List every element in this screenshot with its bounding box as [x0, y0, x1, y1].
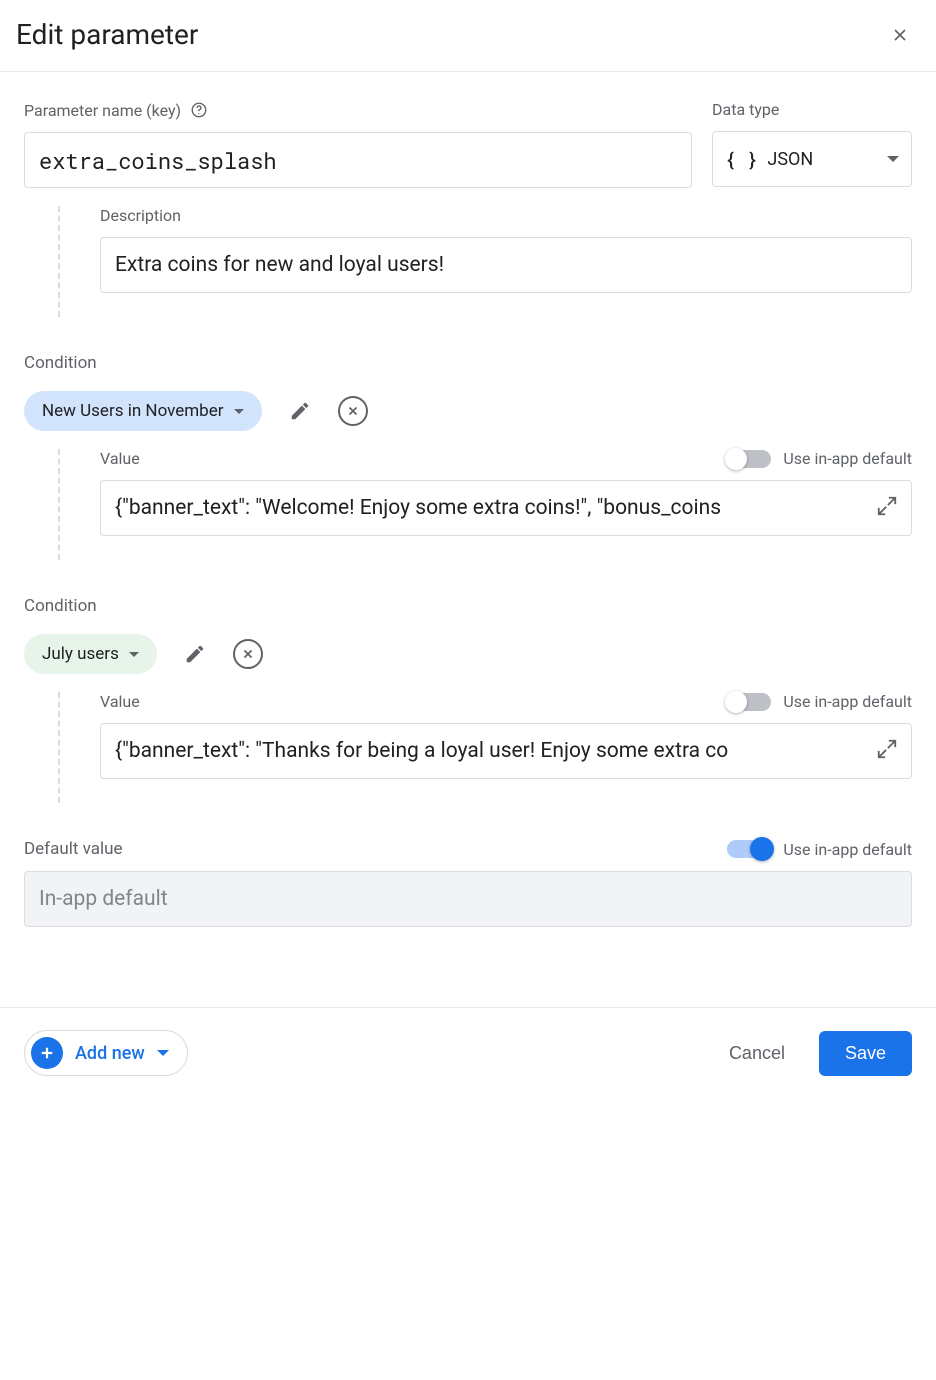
- chevron-down-icon: [234, 409, 244, 414]
- chevron-down-icon: [129, 652, 139, 657]
- default-value-heading: Default value: [24, 839, 123, 859]
- datatype-select[interactable]: { } JSON: [712, 131, 912, 187]
- value-input[interactable]: {"banner_text": "Thanks for being a loya…: [100, 723, 912, 779]
- chevron-down-icon: [157, 1050, 169, 1056]
- help-icon[interactable]: [189, 100, 209, 120]
- datatype-value: JSON: [767, 149, 877, 170]
- expand-icon[interactable]: [876, 495, 898, 521]
- toggle-label: Use in-app default: [783, 449, 912, 468]
- parameter-name-label: Parameter name (key): [24, 101, 181, 120]
- datatype-label: Data type: [712, 100, 912, 119]
- toggle-label: Use in-app default: [783, 692, 912, 711]
- condition-chip-july-users[interactable]: July users: [24, 634, 157, 674]
- chevron-down-icon: [887, 156, 899, 162]
- json-icon: { }: [725, 147, 757, 171]
- condition-chip-label: New Users in November: [42, 401, 224, 421]
- plus-icon: [31, 1037, 63, 1069]
- edit-icon[interactable]: [286, 397, 314, 425]
- edit-icon[interactable]: [181, 640, 209, 668]
- condition-chip-label: July users: [42, 644, 119, 664]
- add-new-label: Add new: [75, 1043, 145, 1064]
- remove-icon[interactable]: [233, 639, 263, 669]
- toggle-label: Use in-app default: [783, 840, 912, 859]
- cancel-button[interactable]: Cancel: [723, 1042, 791, 1065]
- use-in-app-default-toggle[interactable]: [727, 450, 771, 468]
- add-new-button[interactable]: Add new: [24, 1030, 188, 1076]
- description-label: Description: [100, 206, 912, 225]
- default-value-input: [24, 871, 912, 927]
- save-button[interactable]: Save: [819, 1031, 912, 1076]
- use-in-app-default-toggle[interactable]: [727, 840, 771, 858]
- value-label: Value: [100, 692, 140, 711]
- remove-icon[interactable]: [338, 396, 368, 426]
- parameter-name-input[interactable]: [24, 132, 692, 188]
- value-input[interactable]: {"banner_text": "Welcome! Enjoy some ext…: [100, 480, 912, 536]
- description-input[interactable]: [100, 237, 912, 293]
- expand-icon[interactable]: [876, 738, 898, 764]
- use-in-app-default-toggle[interactable]: [727, 693, 771, 711]
- value-label: Value: [100, 449, 140, 468]
- condition-chip-new-users[interactable]: New Users in November: [24, 391, 262, 431]
- close-icon[interactable]: [888, 23, 912, 47]
- page-title: Edit parameter: [16, 18, 198, 51]
- condition-heading: Condition: [24, 596, 912, 616]
- condition-heading: Condition: [24, 353, 912, 373]
